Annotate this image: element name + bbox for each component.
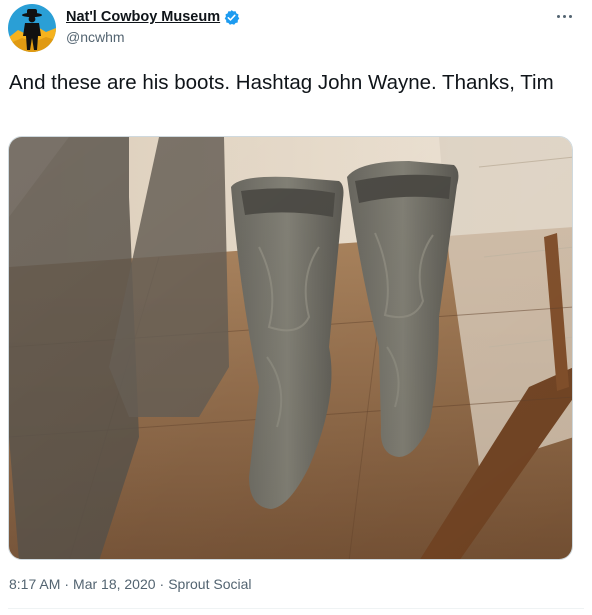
- tweet-metadata: 8:17 AM · Mar 18, 2020 · Sprout Social: [9, 576, 252, 592]
- tweet-source[interactable]: Sprout Social: [168, 576, 251, 592]
- meta-separator: ·: [159, 576, 165, 592]
- meta-separator: ·: [64, 576, 70, 592]
- tweet-photo[interactable]: [8, 136, 573, 560]
- handle[interactable]: @ncwhm: [66, 29, 125, 45]
- author-name-row: Nat'l Cowboy Museum: [66, 8, 240, 26]
- tweet-card: Nat'l Cowboy Museum @ncwhm And these are…: [0, 0, 592, 615]
- verified-badge-icon: [223, 9, 240, 26]
- divider: [8, 608, 584, 609]
- tweet-date[interactable]: Mar 18, 2020: [73, 576, 156, 592]
- more-options-icon[interactable]: [552, 6, 576, 26]
- tweet-text: And these are his boots. Hashtag John Wa…: [9, 71, 554, 94]
- tweet-time[interactable]: 8:17 AM: [9, 576, 60, 592]
- boots-photo: [9, 137, 572, 559]
- display-name[interactable]: Nat'l Cowboy Museum: [66, 9, 220, 25]
- avatar[interactable]: [8, 4, 56, 52]
